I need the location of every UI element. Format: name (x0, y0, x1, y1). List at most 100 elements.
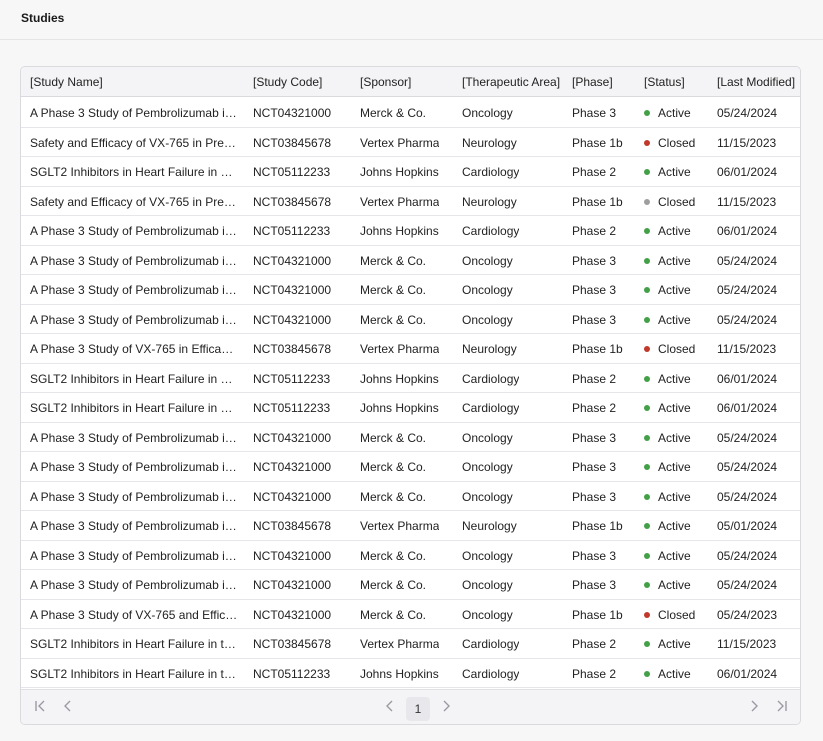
status-label: Active (658, 371, 691, 386)
column-header-status[interactable]: [Status] (644, 75, 685, 89)
sponsor-cell: Johns Hopkins (360, 165, 439, 179)
status-cell: Closed (644, 136, 695, 150)
column-header-phase[interactable]: [Phase] (572, 75, 613, 89)
phase-cell: Phase 3 (572, 489, 617, 504)
last-modified-cell: 06/01/2024 (717, 224, 778, 238)
last-modified-cell: 11/15/2023 (717, 135, 777, 150)
therapeutic-area-cell: Cardiology (462, 666, 520, 681)
status-cell: Active (644, 519, 691, 533)
phase-cell: Phase 2 (572, 401, 617, 415)
phase-cell: Phase 1b (572, 519, 623, 533)
first-page-icon[interactable] (34, 699, 46, 717)
study-name-cell: SGLT2 Inhibitors in Heart Failure in the… (30, 666, 238, 681)
table-row[interactable]: SGLT2 Inhibitors in Heart Failure in Ssw… (21, 157, 800, 187)
status-cell: Active (644, 490, 691, 504)
table-row[interactable]: A Phase 3 Study of Pembrolizumab in F...… (21, 275, 800, 305)
status-cell: Active (644, 578, 691, 592)
previous-page-icon[interactable] (63, 699, 73, 717)
study-name-cell: A Phase 3 Study of VX-765 in Efficacy f.… (30, 342, 238, 356)
table-row[interactable]: A Phase 3 Study of Pembrolizumab in F...… (21, 98, 800, 128)
table-row[interactable]: A Phase 3 Study of Pembrolizumab in F...… (21, 540, 800, 570)
study-code-cell: NCT05112233 (253, 165, 331, 179)
status-dot-icon (644, 582, 650, 588)
page-header: Studies (0, 0, 823, 40)
sponsor-cell: Merck & Co. (360, 312, 427, 327)
table-row[interactable]: SGLT2 Inhibitors in Heart Failure in the… (21, 629, 800, 659)
last-modified-cell: 05/24/2024 (717, 253, 778, 268)
study-name-cell: Safety and Efficacy of VX-765 in Presct.… (30, 135, 238, 150)
table-row[interactable]: A Phase 3 Study of Pembrolizumab in F...… (21, 452, 800, 482)
status-cell: Active (644, 637, 691, 651)
therapeutic-area-cell: Cardiology (462, 371, 520, 386)
table-row[interactable]: A Phase 3 Study of Pembrolizumab in F...… (21, 570, 800, 600)
status-label: Closed (658, 342, 696, 356)
study-code-cell: NCT03845678 (253, 637, 332, 651)
sponsor-cell: Merck & Co. (360, 548, 427, 563)
column-header-therapeutic-area[interactable]: [Therapeutic Area] (462, 75, 560, 89)
phase-cell: Phase 1b (572, 194, 623, 209)
status-label: Active (658, 106, 691, 120)
therapeutic-area-cell: Neurology (462, 135, 517, 150)
study-code-cell: NCT05112233 (253, 371, 331, 386)
status-label: Closed (658, 194, 696, 209)
status-label: Active (658, 312, 691, 327)
study-code-cell: NCT03845678 (253, 135, 332, 150)
column-header-last-modified[interactable]: [Last Modified] (717, 75, 795, 89)
table-row[interactable]: A Phase 3 Study of VX-765 and Efficacy..… (21, 599, 800, 629)
table-row[interactable]: A Phase 3 Study of Pembrolizumab in F...… (21, 304, 800, 334)
therapeutic-area-cell: Oncology (462, 312, 513, 327)
column-header-study-code[interactable]: [Study Code] (253, 75, 322, 89)
sponsor-cell: Vertex Pharma (360, 342, 440, 356)
status-label: Active (658, 548, 691, 563)
study-code-cell: NCT04321000 (253, 106, 332, 120)
study-name-cell: A Phase 3 Study of Pembrolizumab in F... (30, 548, 238, 563)
study-name-cell: A Phase 3 Study of Pembrolizumab in E... (30, 519, 238, 533)
status-dot-icon (644, 552, 650, 559)
table-row[interactable]: A Phase 3 Study of Pembrolizumab in F...… (21, 422, 800, 452)
table-row[interactable]: SGLT2 Inhibitors in Heart Failure in Ssw… (21, 363, 800, 393)
status-dot-icon (644, 641, 650, 647)
table-row[interactable]: Safety and Efficacy of VX-765 in Presct.… (21, 127, 800, 157)
next-page-icon[interactable] (749, 699, 759, 717)
study-name-cell: A Phase 3 Study of Pembrolizumab in F... (30, 489, 238, 504)
sponsor-cell: Merck & Co. (360, 489, 427, 504)
pager-prev-icon[interactable] (385, 699, 395, 717)
study-name-cell: A Phase 3 Study of Pembrolizumab in F... (30, 283, 238, 297)
status-dot-icon (644, 464, 650, 470)
column-header-study-name[interactable]: [Study Name] (30, 75, 103, 89)
last-modified-cell: 06/01/2024 (717, 401, 778, 415)
status-dot-icon (644, 316, 650, 323)
status-label: Active (658, 519, 691, 533)
therapeutic-area-cell: Oncology (462, 460, 513, 474)
status-cell: Active (644, 549, 691, 563)
therapeutic-area-cell: Cardiology (462, 637, 520, 651)
table-row[interactable]: A Phase 3 Study of Pembrolizumab in F...… (21, 245, 800, 275)
therapeutic-area-cell: Oncology (462, 578, 513, 592)
phase-cell: Phase 3 (572, 430, 617, 445)
sponsor-cell: Johns Hopkins (360, 666, 439, 681)
therapeutic-area-cell: Oncology (462, 548, 513, 563)
table-row[interactable]: A Phase 3 Study of Pembrolizumab in F...… (21, 481, 800, 511)
status-dot-icon (644, 257, 650, 264)
status-cell: Closed (644, 342, 695, 356)
therapeutic-area-cell: Cardiology (462, 165, 520, 179)
table-row[interactable]: SGLT2 Inhibitors in Heart Failure in bsw… (21, 393, 800, 423)
table-row[interactable]: Safety and Efficacy of VX-765 in Presct.… (21, 186, 800, 216)
column-header-sponsor[interactable]: [Sponsor] (360, 75, 411, 89)
study-code-cell: NCT04321000 (253, 607, 332, 622)
study-name-cell: Safety and Efficacy of VX-765 in Presct.… (30, 194, 238, 209)
study-name-cell: SGLT2 Inhibitors in Heart Failure in Ssw… (30, 371, 238, 386)
pager-next-icon[interactable] (441, 699, 451, 717)
last-page-icon[interactable] (776, 699, 788, 717)
last-modified-cell: 05/24/2024 (717, 106, 778, 120)
table-row[interactable]: SGLT2 Inhibitors in Heart Failure in the… (21, 658, 800, 688)
therapeutic-area-cell: Oncology (462, 283, 513, 297)
study-code-cell: NCT05112233 (253, 401, 331, 415)
current-page-button[interactable]: 1 (406, 697, 430, 721)
sponsor-cell: Johns Hopkins (360, 224, 439, 238)
table-row[interactable]: A Phase 3 Study of VX-765 in Efficacy f.… (21, 334, 800, 364)
table-row[interactable]: A Phase 3 Study of Pembrolizumab in L...… (21, 216, 800, 246)
phase-cell: Phase 2 (572, 371, 617, 386)
table-row[interactable]: A Phase 3 Study of Pembrolizumab in E...… (21, 511, 800, 541)
study-code-cell: NCT04321000 (253, 253, 332, 268)
